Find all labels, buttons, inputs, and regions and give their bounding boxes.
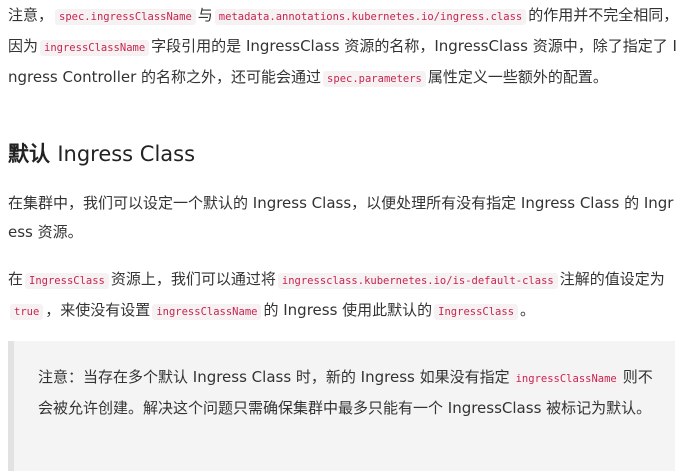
inline-code-ingressclass: IngressClass [434,304,519,320]
inline-code-spec-ingressclassname: spec.ingressClassName [55,9,196,25]
inline-code-ingress-class-annotation: metadata.annotations.kubernetes.io/ingre… [214,9,527,25]
inline-code-ingressclassname: ingressClassName [152,304,262,320]
paragraph-default-class-annotation: 在 IngressClass 资源上，我们可以通过将 ingressclass.kub… [8,265,680,327]
text-span: 资源上，我们可以通过将 [110,270,276,288]
heading-bold-part: 默认 [8,142,50,166]
inline-code-is-default-class-annotation: ingressclass.kubernetes.io/is-default-cl… [277,273,558,289]
text-span: 在 [8,270,24,288]
note-callout: 注意：当存在多个默认 Ingress Class 时，新的 Ingress 如果… [8,341,675,471]
text-span: 注意：当存在多个默认 Ingress Class 时，新的 Ingress 如果… [38,368,510,386]
text-span: 在集群中，我们可以设定一个默认的 Ingress Class，以便处理所有没有指… [8,194,674,241]
section-heading-default-ingress-class: 默认 Ingress Class [8,139,195,169]
text-span: 注解的值设定为 [559,270,665,288]
inline-code-true: true [10,304,44,320]
text-span: 的 Ingress 使用此默认的 [263,301,433,319]
heading-rest-part: Ingress Class [57,142,196,166]
text-span: 。 [520,301,536,319]
inline-code-ingressclass: IngressClass [25,273,109,289]
text-span: 注意， [8,6,54,24]
inline-code-ingressclassname: ingressClassName [511,371,621,387]
inline-code-ingressclassname: ingressClassName [40,40,150,56]
note-text: 注意：当存在多个默认 Ingress Class 时，新的 Ingress 如果… [38,363,658,423]
text-span: 属性定义一些额外的配置。 [427,68,608,86]
text-span: 与 [197,6,213,24]
paragraph-default-class-intro: 在集群中，我们可以设定一个默认的 Ingress Class，以便处理所有没有指… [8,189,680,247]
inline-code-spec-parameters: spec.parameters [323,71,426,87]
text-span: ，来使没有设置 [45,301,151,319]
paragraph-ingressclassname-note: 注意， spec.ingressClassName 与 metadata.annota… [8,1,680,94]
